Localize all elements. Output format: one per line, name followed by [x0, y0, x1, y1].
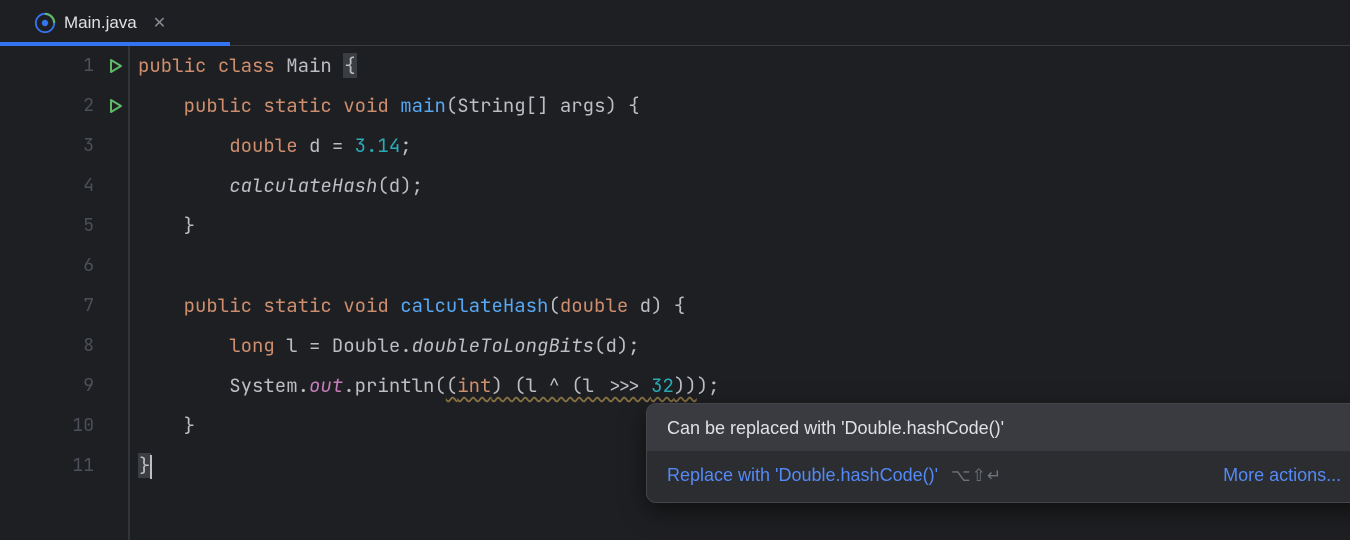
quick-fix-action[interactable]: Replace with 'Double.hashCode()' [667, 465, 938, 485]
editor: 1 2 3 4 5 6 7 8 9 10 11 public class Mai… [0, 46, 1350, 540]
run-icon[interactable] [108, 98, 124, 114]
line-number: 7 [70, 286, 94, 326]
line-number: 11 [70, 446, 94, 486]
line-number: 5 [70, 206, 94, 246]
line-number: 4 [70, 166, 94, 206]
shortcut-label: ⌥⇧↵ [951, 466, 1002, 485]
line-number: 10 [70, 406, 94, 446]
tab-main-java[interactable]: Main.java ✕ [0, 0, 180, 45]
close-icon[interactable]: ✕ [153, 13, 166, 33]
tab-bar: Main.java ✕ [0, 0, 1350, 46]
line-number: 3 [70, 126, 94, 166]
line-number: 2 [70, 86, 94, 126]
line-number: 8 [70, 326, 94, 366]
more-actions-link[interactable]: More actions... [1223, 465, 1341, 486]
line-number: 1 [70, 46, 94, 86]
run-icon[interactable] [108, 58, 124, 74]
line-number: 9 [70, 366, 94, 406]
code-area[interactable]: public class Main { public static void m… [130, 46, 1350, 540]
inspection-popup: Can be replaced with 'Double.hashCode()'… [646, 403, 1350, 503]
popup-title: Can be replaced with 'Double.hashCode()' [667, 418, 1004, 439]
tab-title: Main.java [64, 13, 137, 33]
gutter: 1 2 3 4 5 6 7 8 9 10 11 [0, 46, 128, 540]
java-class-icon [34, 12, 56, 34]
line-number: 6 [70, 246, 94, 286]
caret [150, 455, 152, 479]
